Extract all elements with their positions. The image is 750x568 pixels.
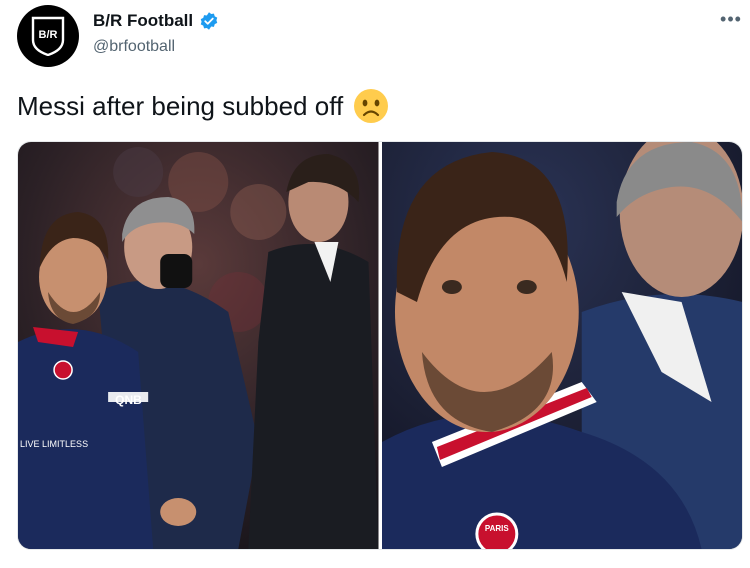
tweet-body: Messi after being subbed off <box>17 90 344 121</box>
display-name[interactable]: B/R Football <box>93 11 193 31</box>
sleeve-text: LIVE LIMITLESS <box>20 439 88 449</box>
frowning-face-icon <box>354 89 389 123</box>
handle[interactable]: @brfootball <box>93 38 175 56</box>
tweet-text: Messi after being subbed off <box>17 88 389 124</box>
author-row: B/R Football <box>93 11 219 31</box>
photo-right-image: PARIS <box>381 142 742 549</box>
more-options-icon[interactable]: ••• <box>716 4 746 34</box>
svg-text:B/R: B/R <box>39 29 58 41</box>
verified-badge-icon <box>200 12 218 30</box>
br-logo-icon: B/R <box>31 16 65 56</box>
media-grid: QNB LIVE LIMITLESS PARIS <box>17 141 743 550</box>
photo-right[interactable]: PARIS <box>381 142 742 549</box>
avatar[interactable]: B/R <box>17 5 79 67</box>
badge-text: PARIS <box>484 524 508 533</box>
photo-left[interactable]: QNB LIVE LIMITLESS <box>18 142 379 549</box>
sponsor-text: QNB <box>115 393 142 407</box>
photo-left-image: QNB LIVE LIMITLESS <box>18 142 379 549</box>
